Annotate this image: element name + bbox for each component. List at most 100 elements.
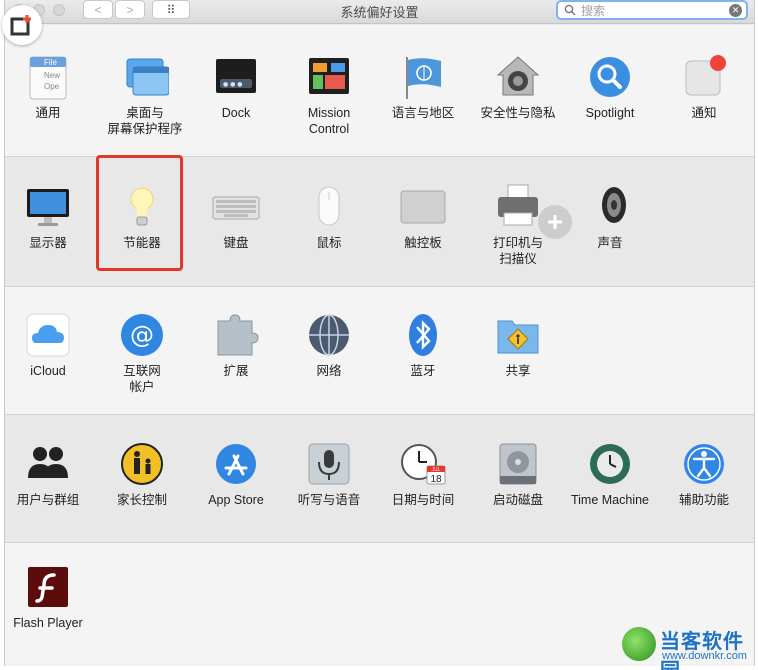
pane-label: 听写与语音 [297,493,361,507]
pane-spotlight[interactable]: Spotlight [563,53,657,121]
pane-label: 扩展 [223,364,249,378]
search-icon [564,4,576,16]
globe-network-icon [305,311,353,359]
microphone-icon [305,440,353,488]
time-machine-icon [586,440,634,488]
app-badge [2,5,42,45]
search-placeholder: 搜索 [581,3,606,18]
pane-label: 日期与时间 [391,493,455,507]
section-system: 用户与群组 家长控制 App Store 听写与语音 JUL 18 日期与时间 … [5,415,754,543]
pane-sharing[interactable]: 共享 [471,311,565,379]
pane-label: 通知 [691,106,717,120]
svg-text:● ● ●: ● ● ● [223,81,243,88]
trackpad-icon [399,183,447,231]
pane-security-privacy[interactable]: 安全性与隐私 [471,53,565,121]
system-preferences-window: < > ⠿ 系统偏好设置 搜索 ✕ File New Ope 通用 桌面与 屏幕… [4,0,755,666]
keyboard-icon [212,183,260,231]
speaker-icon [586,183,634,231]
svg-text:File: File [44,58,57,67]
watermark-logo-icon [622,627,656,661]
pane-label: 通用 [35,106,61,120]
icloud-icon [24,311,72,359]
pane-date-time[interactable]: JUL 18 日期与时间 [376,440,470,508]
watermark: 当客软件园 www.downkr.com [622,625,758,670]
pane-label: 用户与群组 [16,493,80,507]
pane-label: 键盘 [223,236,249,250]
clear-search-icon[interactable]: ✕ [729,4,742,17]
pane-label: 网络 [316,364,342,378]
pane-bluetooth[interactable]: 蓝牙 [376,311,470,379]
pane-label: 鼠标 [316,236,342,250]
svg-text:New: New [44,71,60,80]
svg-text:18: 18 [430,474,442,485]
pane-keyboard[interactable]: 键盘 [189,183,283,251]
pane-mouse[interactable]: 鼠标 [282,183,376,251]
svg-text:Ope: Ope [44,82,60,91]
un-flag-icon [399,53,447,101]
watermark-title: 当客软件园 [660,631,744,670]
desktop-screensaver-icon [121,53,170,101]
section-personal: File New Ope 通用 桌面与 屏幕保护程序 ● ● ● Dock Mi… [5,25,754,157]
pane-dictation-speech[interactable]: 听写与语音 [282,440,376,508]
section-internet: iCloud @ 互联网 帐户 扩展 网络 蓝牙 共享 [5,287,754,415]
at-sign-icon: @ [118,311,166,359]
watermark-url: www.downkr.com [662,650,747,662]
svg-text:@: @ [130,321,154,349]
pane-label: Spotlight [585,106,635,120]
pane-language-region[interactable]: 语言与地区 [376,53,470,121]
pane-app-store[interactable]: App Store [189,440,283,508]
pane-mission-control[interactable]: Mission Control [282,53,376,137]
pane-internet-accounts[interactable]: @ 互联网 帐户 [95,311,189,395]
pane-notifications[interactable]: 通知 [657,53,751,121]
pane-label: Dock [221,106,251,120]
users-icon [24,440,72,488]
file-general-icon: File New Ope [24,53,72,101]
title-bar: < > ⠿ 系统偏好设置 搜索 ✕ [5,0,754,24]
pane-label: 桌面与 屏幕保护程序 [107,106,183,136]
pane-label: 声音 [597,236,623,250]
spotlight-icon [586,53,634,101]
pane-startup-disk[interactable]: 启动磁盘 [471,440,565,508]
pane-label: 家长控制 [116,493,167,507]
pane-displays[interactable]: 显示器 [1,183,95,251]
highlight-box [96,155,183,271]
add-window-icon [10,15,31,36]
dock-icon: ● ● ● [212,53,260,101]
pane-label: 互联网 帐户 [123,364,161,394]
pane-flash-player[interactable]: Flash Player [1,563,95,631]
pane-accessibility[interactable]: 辅助功能 [657,440,751,508]
pane-label: Flash Player [13,616,83,630]
pane-users-groups[interactable]: 用户与群组 [1,440,95,508]
svg-text:JUL: JUL [432,467,441,473]
pane-label: 安全性与隐私 [480,106,556,120]
pane-label: Mission Control [307,106,351,136]
mouse-icon [305,183,353,231]
pane-label: App Store [208,493,264,507]
app-store-icon [212,440,260,488]
pane-parental-controls[interactable]: 家长控制 [95,440,189,508]
bluetooth-icon [399,311,447,359]
pane-label: 辅助功能 [678,493,729,507]
pane-label: 语言与地区 [391,106,455,120]
parental-controls-icon [118,440,166,488]
pane-trackpad[interactable]: 触控板 [376,183,470,251]
clock-calendar-icon: JUL 18 [399,440,447,488]
accessibility-icon [680,440,728,488]
puzzle-icon [212,311,260,359]
pane-time-machine[interactable]: Time Machine [563,440,657,508]
pane-label: Time Machine [570,493,650,507]
mission-control-icon [305,53,353,101]
pane-general[interactable]: File New Ope 通用 [1,53,95,121]
display-icon [24,183,72,231]
pane-network[interactable]: 网络 [282,311,376,379]
pane-desktop-screensaver[interactable]: 桌面与 屏幕保护程序 [98,53,192,137]
security-house-icon [494,53,542,101]
pane-dock[interactable]: ● ● ● Dock [189,53,283,121]
search-input[interactable]: 搜索 ✕ [556,0,748,20]
flash-icon [24,563,72,611]
pane-sound[interactable]: 声音 [563,183,657,251]
pane-extensions[interactable]: 扩展 [189,311,283,379]
sharing-folder-icon [494,311,542,359]
pane-icloud[interactable]: iCloud [1,311,95,379]
pane-label: 启动磁盘 [492,493,543,507]
